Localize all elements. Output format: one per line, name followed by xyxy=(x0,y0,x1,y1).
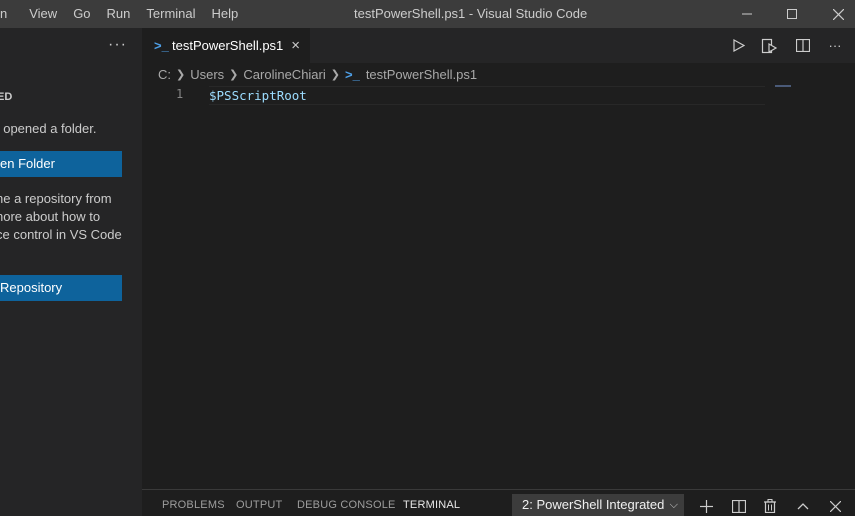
clone-text-line: ne a repository from xyxy=(0,191,112,206)
menu-item-go[interactable]: Go xyxy=(65,0,98,28)
more-actions-icon[interactable]: ··· xyxy=(820,28,850,63)
current-line-highlight: $PSScriptRoot xyxy=(209,86,765,105)
chevron-right-icon: ❯ xyxy=(330,68,340,81)
tab-label: testPowerShell.ps1 xyxy=(172,38,284,53)
breadcrumb-users[interactable]: Users xyxy=(190,67,224,82)
window-title: testPowerShell.ps1 - Visual Studio Code xyxy=(354,6,588,21)
breadcrumb-drive[interactable]: C: xyxy=(158,67,171,82)
code-editor[interactable]: 1 $PSScriptRoot xyxy=(142,85,855,489)
kill-terminal-button[interactable] xyxy=(759,495,781,516)
clone-text-line: nore about how to xyxy=(0,209,101,224)
tab-terminal[interactable]: TERMINAL xyxy=(403,499,460,511)
no-folder-message: t opened a folder. xyxy=(0,121,97,136)
split-editor-button[interactable] xyxy=(788,28,818,63)
menu-item-terminal[interactable]: Terminal xyxy=(138,0,203,28)
split-terminal-icon xyxy=(732,499,746,513)
menu-item-help[interactable]: Help xyxy=(204,0,247,28)
powershell-icon: >_ xyxy=(344,66,360,82)
minimize-icon xyxy=(742,13,752,15)
terminal-select-value: 2: PowerShell Integrated xyxy=(522,497,665,512)
trash-icon xyxy=(764,499,776,513)
menu-item-run[interactable]: Run xyxy=(99,0,139,28)
play-icon xyxy=(733,39,745,52)
split-terminal-button[interactable] xyxy=(728,495,750,516)
split-editor-icon xyxy=(796,39,810,52)
maximize-panel-button[interactable] xyxy=(792,495,814,516)
sidebar-source-control: ··· ED t opened a folder. en Folder ne a… xyxy=(0,28,142,516)
more-actions-icon[interactable]: ··· xyxy=(108,36,127,54)
chevron-right-icon: ❯ xyxy=(229,68,239,81)
run-selection-icon xyxy=(761,38,777,53)
close-icon xyxy=(829,500,841,512)
maximize-button[interactable] xyxy=(769,0,815,28)
tab-problems[interactable]: PROBLEMS xyxy=(162,499,225,511)
chevron-up-icon xyxy=(797,503,809,510)
clone-text-line: ce control in VS Code xyxy=(0,227,122,242)
tab-debug-console[interactable]: DEBUG CONSOLE xyxy=(297,499,396,511)
run-selection-button[interactable] xyxy=(754,28,784,63)
tab-output[interactable]: OUTPUT xyxy=(236,499,282,511)
close-window-button[interactable] xyxy=(815,0,855,28)
bottom-panel: PROBLEMS OUTPUT DEBUG CONSOLE TERMINAL 2… xyxy=(142,489,855,516)
terminal-select[interactable]: 2: PowerShell Integrated ⌵ xyxy=(512,494,684,516)
minimap[interactable] xyxy=(775,85,791,87)
editor-tab-bar: >_ testPowerShell.ps1 × ··· xyxy=(142,28,855,63)
menu-item-selection[interactable]: n xyxy=(0,0,21,28)
breadcrumb: C: ❯ Users ❯ CarolineChiari ❯ >_ testPow… xyxy=(142,63,855,85)
menu-item-view[interactable]: View xyxy=(21,0,65,28)
tab-testpowershell[interactable]: >_ testPowerShell.ps1 × xyxy=(142,28,310,63)
title-bar: n View Go Run Terminal Help testPowerShe… xyxy=(0,0,855,28)
breadcrumb-user-folder[interactable]: CarolineChiari xyxy=(243,67,325,82)
maximize-icon xyxy=(787,9,797,19)
breadcrumb-file[interactable]: testPowerShell.ps1 xyxy=(366,67,477,82)
open-folder-button[interactable]: en Folder xyxy=(0,151,122,177)
menu-bar: n View Go Run Terminal Help xyxy=(0,0,246,28)
close-panel-button[interactable] xyxy=(824,495,846,516)
new-terminal-button[interactable] xyxy=(695,495,717,516)
chevron-right-icon: ❯ xyxy=(176,68,186,81)
powershell-icon: >_ xyxy=(154,38,169,53)
line-number: 1 xyxy=(176,87,184,101)
chevron-down-icon: ⌵ xyxy=(665,494,678,516)
run-button[interactable] xyxy=(724,28,754,63)
close-icon xyxy=(832,8,844,20)
sidebar-heading: ED xyxy=(0,91,13,103)
minimize-button[interactable] xyxy=(724,0,770,28)
code-text[interactable]: $PSScriptRoot xyxy=(209,88,307,103)
close-icon[interactable]: × xyxy=(291,37,300,54)
plus-icon xyxy=(699,499,713,513)
clone-repository-button[interactable]: Repository xyxy=(0,275,122,301)
